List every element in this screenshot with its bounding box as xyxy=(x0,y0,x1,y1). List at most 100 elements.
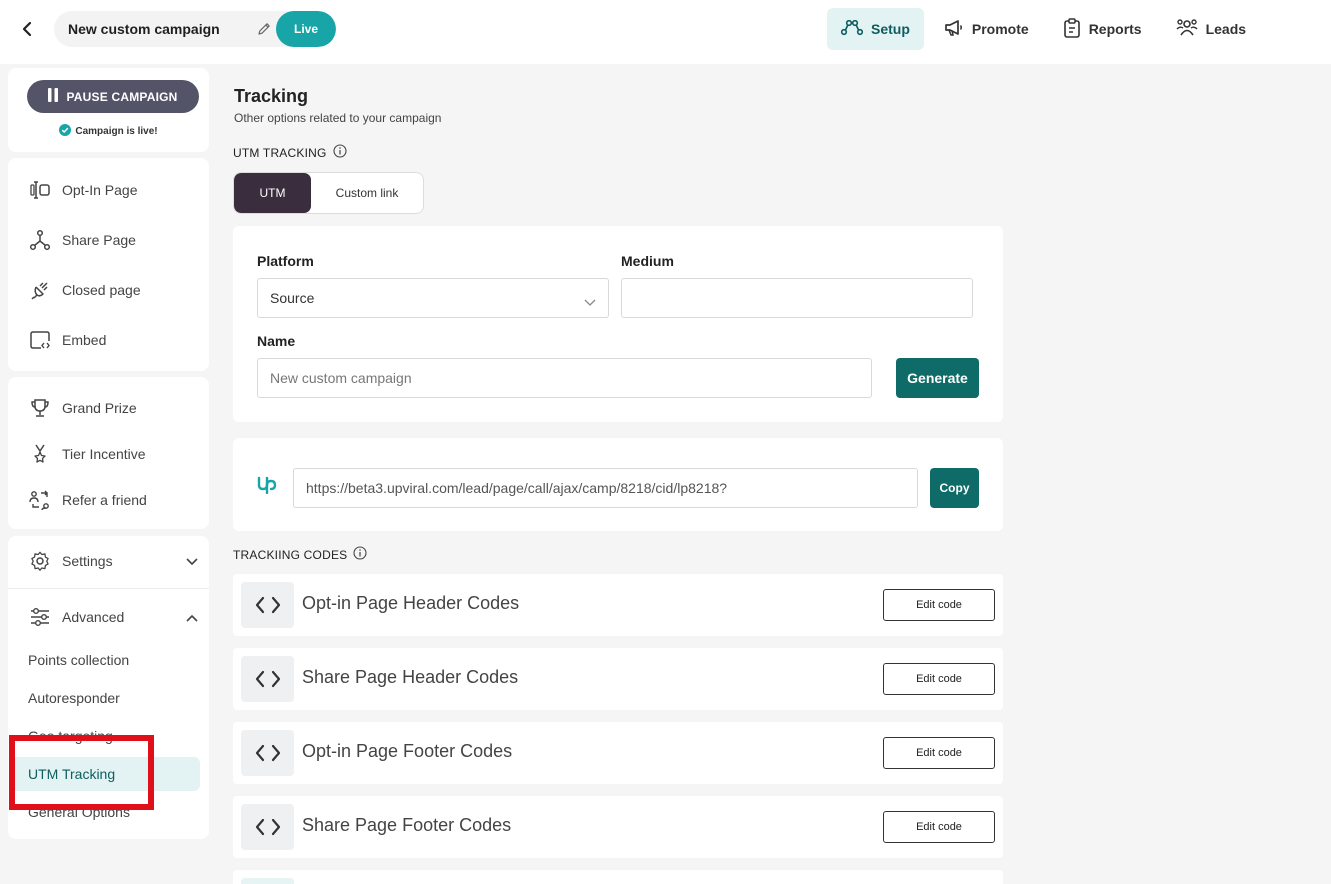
sidebar-item-tier-incentive[interactable]: Tier Incentive xyxy=(28,440,146,468)
rewards-card: Grand Prize Tier Incentive Refer a frien… xyxy=(8,377,209,529)
back-arrow-icon[interactable] xyxy=(16,18,38,40)
platform-selected-value: Source xyxy=(270,290,315,306)
nav-reports-label: Reports xyxy=(1088,21,1142,37)
divider xyxy=(8,588,209,589)
copy-button[interactable]: Copy xyxy=(930,468,979,508)
code-row-title: Share Page Header Codes xyxy=(302,667,519,687)
nav-promote[interactable]: Promote xyxy=(930,8,1043,50)
people-icon xyxy=(1176,18,1198,41)
info-icon[interactable] xyxy=(353,546,367,563)
sidebar-item-opt-in-page[interactable]: Opt-In Page xyxy=(28,176,138,204)
trophy-icon xyxy=(28,396,52,420)
top-bar: New custom campaign Live Setup Promote R… xyxy=(0,0,1331,64)
edit-code-button[interactable]: Edit code xyxy=(883,737,995,769)
refer-friend-icon xyxy=(28,488,52,512)
code-brackets-icon xyxy=(241,730,294,776)
info-icon[interactable] xyxy=(332,144,347,161)
nav-promote-label: Promote xyxy=(971,21,1029,37)
plug-off-icon xyxy=(28,278,52,302)
sidebar-item-autoresponder[interactable]: Autoresponder xyxy=(28,690,120,706)
medium-label: Medium xyxy=(621,253,674,269)
sidebar-item-label: Tier Incentive xyxy=(62,446,146,462)
pencil-icon[interactable] xyxy=(252,17,276,41)
code-row-share-footer: Share Page Footer Codes Edit code xyxy=(233,796,1003,858)
megaphone-icon xyxy=(944,19,964,40)
sidebar-item-label: Closed page xyxy=(62,282,141,298)
code-row-title: Share Page Footer Codes xyxy=(302,815,512,835)
page-title: Tracking xyxy=(234,86,309,106)
chevron-down-icon xyxy=(186,553,198,569)
nav-leads[interactable]: Leads xyxy=(1162,8,1260,50)
live-badge[interactable]: Live xyxy=(276,11,336,47)
code-brackets-icon xyxy=(241,804,294,850)
tab-utm[interactable]: UTM xyxy=(234,173,311,213)
campaign-name-pill: New custom campaign Live xyxy=(54,11,336,47)
sidebar-item-label: Embed xyxy=(62,332,107,348)
section-label: UTM TRACKING xyxy=(233,145,327,160)
sidebar-item-advanced[interactable]: Advanced xyxy=(28,603,198,631)
code-row-opt-in-header: Opt-in Page Header Codes Edit code xyxy=(233,574,1003,636)
platform-label: Platform xyxy=(257,253,314,269)
medal-icon xyxy=(28,442,52,466)
check-circle-icon xyxy=(59,124,72,139)
top-nav: Setup Promote Reports Leads xyxy=(827,8,1266,50)
generated-url-field[interactable]: https://beta3.upviral.com/lead/page/call… xyxy=(293,468,918,508)
sidebar-item-label: Grand Prize xyxy=(62,400,137,416)
pause-icon xyxy=(48,88,59,105)
platform-select[interactable]: Source xyxy=(257,278,609,318)
code-row-opt-in-footer: Opt-in Page Footer Codes Edit code xyxy=(233,722,1003,784)
sidebar-item-label: Settings xyxy=(62,553,113,569)
pause-campaign-button[interactable]: PAUSE CAMPAIGN xyxy=(27,80,199,113)
sidebar-item-share-page[interactable]: Share Page xyxy=(28,226,136,254)
sidebar-item-label: Refer a friend xyxy=(62,492,147,508)
sliders-icon xyxy=(28,605,52,629)
sidebar-item-refer-a-friend[interactable]: Refer a friend xyxy=(28,486,147,514)
utm-form-panel: Platform Source Medium Name New custom c… xyxy=(233,226,1003,422)
name-input[interactable]: New custom campaign xyxy=(257,358,872,398)
link-panel: https://beta3.upviral.com/lead/page/call… xyxy=(233,438,1003,531)
campaign-live-note: Campaign is live! xyxy=(8,124,209,139)
code-row-title: Opt-in Page Footer Codes xyxy=(302,741,513,761)
gear-icon xyxy=(28,549,52,573)
sidebar-item-grand-prize[interactable]: Grand Prize xyxy=(28,394,137,422)
chevron-up-icon xyxy=(186,609,198,625)
sidebar-item-label: Advanced xyxy=(62,609,125,625)
opt-in-page-icon xyxy=(28,178,52,202)
campaign-status-card: PAUSE CAMPAIGN Campaign is live! xyxy=(8,68,209,152)
nav-setup-label: Setup xyxy=(871,21,910,37)
sidebar-item-embed[interactable]: Embed xyxy=(28,326,106,354)
sidebar-item-label: Opt-In Page xyxy=(62,182,138,198)
edit-code-button[interactable]: Edit code xyxy=(883,663,995,695)
chevron-down-icon xyxy=(584,294,596,310)
edit-code-button[interactable]: Edit code xyxy=(883,589,995,621)
tracking-codes-heading: TRACKIING CODES xyxy=(233,546,367,563)
highlight-box xyxy=(9,735,154,810)
campaign-name: New custom campaign xyxy=(68,21,220,37)
pause-campaign-label: PAUSE CAMPAIGN xyxy=(66,89,178,104)
tab-custom-link[interactable]: Custom link xyxy=(311,173,423,213)
sidebar-item-closed-page[interactable]: Closed page xyxy=(28,276,141,304)
nav-setup[interactable]: Setup xyxy=(827,8,924,50)
code-brackets-icon xyxy=(241,582,294,628)
nav-leads-label: Leads xyxy=(1205,21,1247,37)
code-brackets-icon xyxy=(241,656,294,702)
sidebar-item-label: Share Page xyxy=(62,232,136,248)
code-icon-partial xyxy=(241,878,294,884)
pages-card: Opt-In Page Share Page Closed page Embed xyxy=(8,158,209,371)
page-subtitle: Other options related to your campaign xyxy=(234,111,442,125)
embed-icon xyxy=(28,328,52,352)
sidebar-item-points-collection[interactable]: Points collection xyxy=(28,652,129,668)
edit-code-button[interactable]: Edit code xyxy=(883,811,995,843)
setup-icon xyxy=(840,19,864,39)
section-label: TRACKIING CODES xyxy=(233,547,348,562)
sidebar-item-settings[interactable]: Settings xyxy=(28,547,198,575)
generate-button[interactable]: Generate xyxy=(896,358,979,398)
share-nodes-icon xyxy=(28,228,52,252)
utm-tracking-heading: UTM TRACKING xyxy=(233,144,347,161)
upviral-logo-icon xyxy=(257,476,277,499)
code-row-title: Opt-in Page Header Codes xyxy=(302,593,520,613)
code-row-partial xyxy=(233,870,1003,884)
nav-reports[interactable]: Reports xyxy=(1049,8,1156,50)
medium-input[interactable] xyxy=(621,278,973,318)
campaign-live-text: Campaign is live! xyxy=(75,126,158,137)
